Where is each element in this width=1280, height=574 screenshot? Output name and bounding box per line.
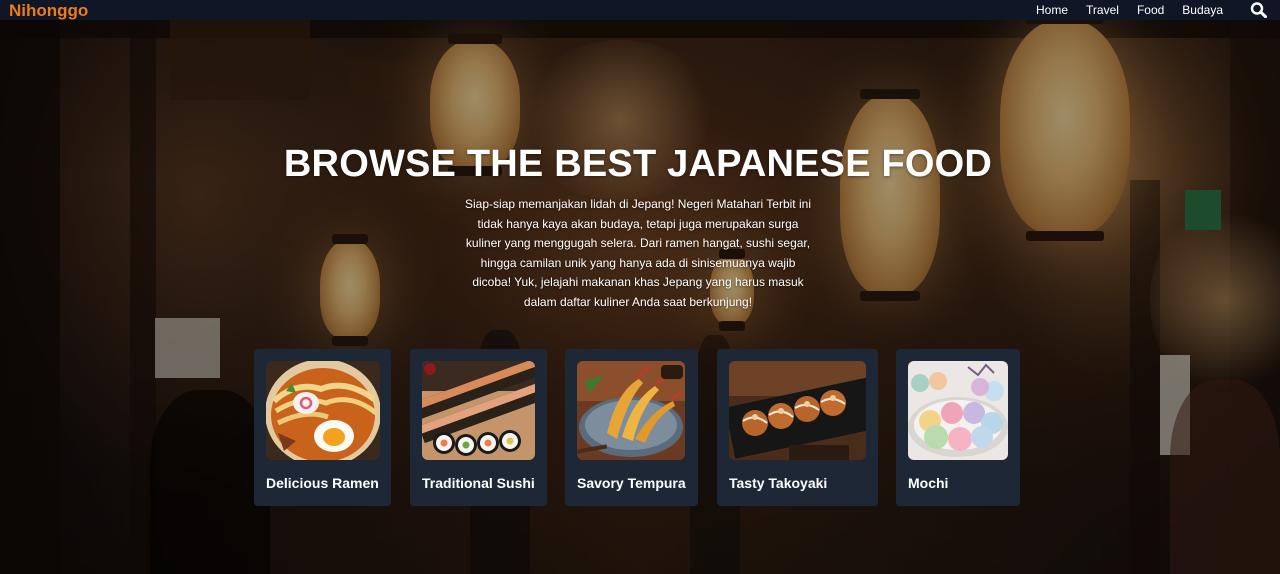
- card-label-tempura: Savory Tempura: [577, 475, 686, 491]
- hero-title: BROWSE THE BEST JAPANESE FOOD: [283, 143, 993, 185]
- nav-link-home[interactable]: Home: [1027, 0, 1077, 20]
- sushi-platter-image: [422, 361, 535, 460]
- food-card-takoyaki[interactable]: Tasty Takoyaki: [717, 349, 878, 506]
- card-label-ramen: Delicious Ramen: [266, 475, 379, 491]
- hero-description: Siap-siap memanjakan lidah di Jepang! Ne…: [465, 197, 811, 309]
- tempura-plate-image: [577, 361, 685, 460]
- brand-logo[interactable]: Nihonggo: [9, 2, 88, 20]
- food-card-ramen[interactable]: Delicious Ramen: [254, 349, 391, 506]
- card-label-takoyaki: Tasty Takoyaki: [729, 475, 828, 491]
- ramen-bowl-image: [266, 361, 380, 460]
- search-icon[interactable]: [1250, 2, 1268, 19]
- nav-link-travel[interactable]: Travel: [1077, 0, 1128, 20]
- nav-link-budaya[interactable]: Budaya: [1173, 0, 1232, 20]
- card-label-mochi: Mochi: [908, 475, 949, 491]
- nav-link-food[interactable]: Food: [1128, 0, 1173, 20]
- food-card-tempura[interactable]: Savory Tempura: [565, 349, 698, 506]
- card-label-sushi: Traditional Sushi: [422, 475, 535, 491]
- nav-links: Home Travel Food Budaya: [1027, 0, 1232, 20]
- top-navbar: Nihonggo Home Travel Food Budaya: [0, 0, 1280, 20]
- food-card-sushi[interactable]: Traditional Sushi: [410, 349, 547, 506]
- takoyaki-plate-image: [729, 361, 866, 460]
- mochi-plate-image: [908, 361, 1008, 460]
- food-card-mochi[interactable]: Mochi: [896, 349, 1020, 506]
